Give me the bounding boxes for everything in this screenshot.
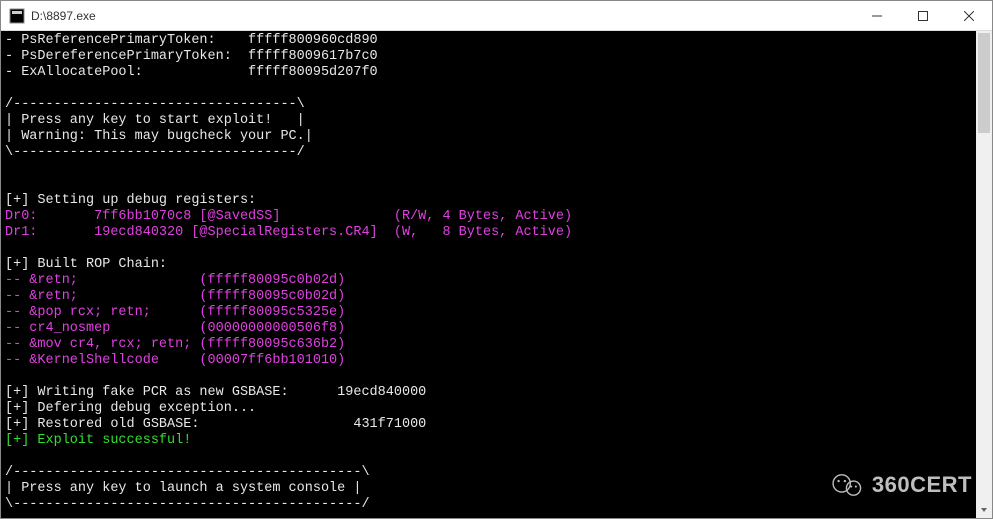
console-line: /-----------------------------------\ [5, 97, 972, 113]
console-line: | Press any key to launch a system conso… [5, 481, 972, 497]
console-line: -- &KernelShellcode (00007ff6bb101010) [5, 353, 972, 369]
console-line: -- &retn; (fffff80095c0b02d) [5, 273, 972, 289]
console-line: [+] Defering debug exception... [5, 401, 972, 417]
console-line: - ExAllocatePool: fffff80095d207f0 [5, 65, 972, 81]
console-line: [+] Built ROP Chain: [5, 257, 972, 273]
console-line: \---------------------------------------… [5, 497, 972, 513]
console-line: | Press any key to start exploit! | [5, 113, 972, 129]
console-line: - PsReferencePrimaryToken: fffff800960cd… [5, 33, 972, 49]
console-line: /---------------------------------------… [5, 465, 972, 481]
console-line: [+] Setting up debug registers: [5, 193, 972, 209]
window-controls [854, 1, 992, 31]
console-line: -- &mov cr4, rcx; retn; (fffff80095c636b… [5, 337, 972, 353]
console-line: | Warning: This may bugcheck your PC.| [5, 129, 972, 145]
window-title: D:\8897.exe [31, 9, 854, 23]
console-line: Dr0: 7ff6bb1070c8 [@SavedSS] (R/W, 4 Byt… [5, 209, 972, 225]
console-line: [+] Exploit successful! [5, 433, 972, 449]
console-output: - PsReferencePrimaryToken: fffff800960cd… [1, 31, 976, 518]
close-button[interactable] [946, 1, 992, 31]
console-line [5, 161, 972, 177]
vertical-scrollbar[interactable] [976, 31, 992, 518]
app-window: D:\8897.exe - PsReferencePrimaryToken: f… [0, 0, 993, 519]
console-line [5, 81, 972, 97]
console-line [5, 449, 972, 465]
console-line [5, 369, 972, 385]
console-line: - PsDereferencePrimaryToken: fffff800961… [5, 49, 972, 65]
console-content-area: - PsReferencePrimaryToken: fffff800960cd… [1, 31, 992, 518]
console-line: \-----------------------------------/ [5, 145, 972, 161]
console-line [5, 177, 972, 193]
console-line: -- &retn; (fffff80095c0b02d) [5, 289, 972, 305]
titlebar[interactable]: D:\8897.exe [1, 1, 992, 31]
console-line: -- cr4_nosmep (00000000000506f8) [5, 321, 972, 337]
console-line: Dr1: 19ecd840320 [@SpecialRegisters.CR4]… [5, 225, 972, 241]
app-icon [9, 8, 25, 24]
minimize-button[interactable] [854, 1, 900, 31]
console-line: -- &pop rcx; retn; (fffff80095c5325e) [5, 305, 972, 321]
scrollbar-thumb[interactable] [978, 33, 990, 133]
console-line [5, 241, 972, 257]
scroll-down-button[interactable] [976, 502, 992, 518]
console-line: [+] Writing fake PCR as new GSBASE: 19ec… [5, 385, 972, 401]
console-line: [+] Restored old GSBASE: 431f71000 [5, 417, 972, 433]
maximize-button[interactable] [900, 1, 946, 31]
